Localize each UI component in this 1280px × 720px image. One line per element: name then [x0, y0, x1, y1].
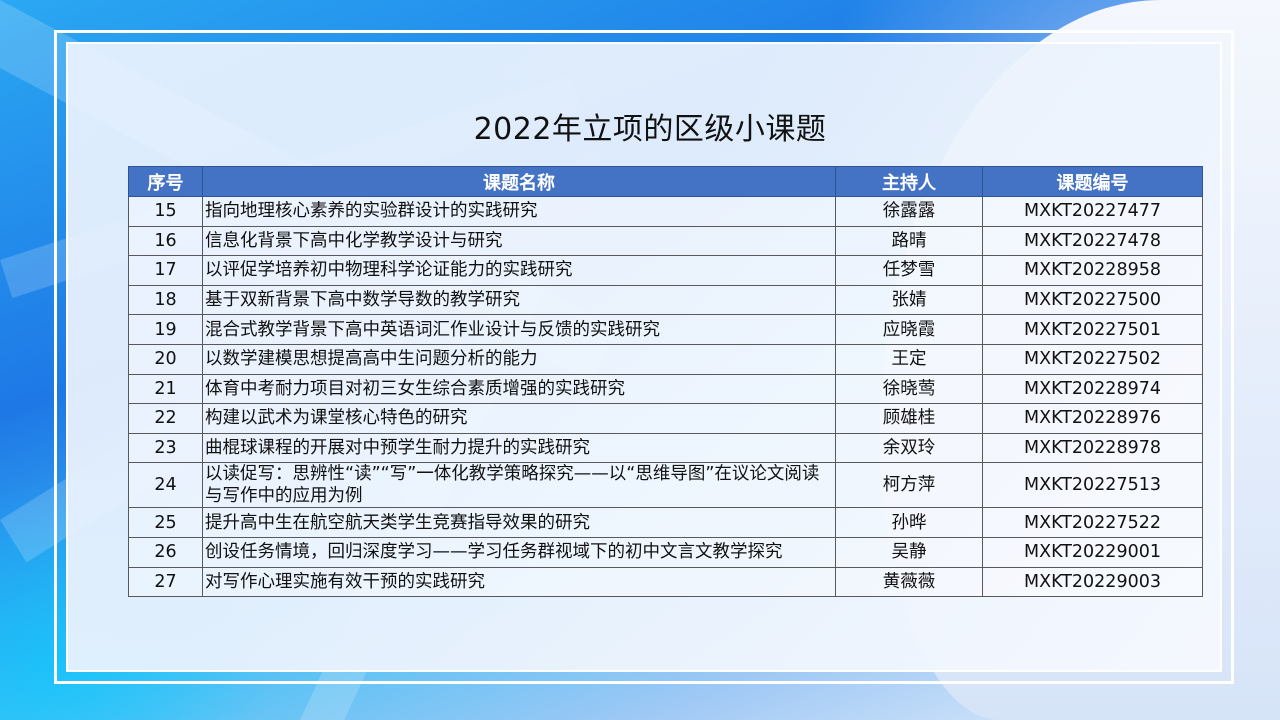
row-number: 27	[128, 566, 203, 598]
row-number: 15	[128, 196, 203, 227]
host-name: 路晴	[835, 225, 983, 257]
topic-name: 指向地理核心素养的实验群设计的实践研究	[202, 196, 836, 227]
host-name: 徐晓莺	[835, 373, 983, 405]
topic-code: MXKT20227522	[982, 507, 1203, 538]
topic-code: MXKT20228978	[982, 432, 1203, 464]
table-row: 23 曲棍球课程的开展对中预学生耐力提升的实践研究 余双玲 MXKT202289…	[128, 432, 1203, 464]
table-row: 17 以评促学培养初中物理科学论证能力的实践研究 任梦雪 MXKT2022895…	[128, 255, 1203, 286]
topic-name: 混合式教学背景下高中英语词汇作业设计与反馈的实践研究	[202, 314, 836, 345]
row-number: 21	[128, 373, 203, 405]
table-row: 27 对写作心理实施有效干预的实践研究 黄薇薇 MXKT20229003	[128, 566, 1203, 598]
row-number: 18	[128, 284, 203, 316]
topic-name: 构建以武术为课堂核心特色的研究	[202, 403, 836, 434]
row-number: 22	[128, 403, 203, 434]
host-name: 任梦雪	[835, 255, 983, 286]
topic-code: MXKT20228976	[982, 403, 1203, 434]
table-row: 22 构建以武术为课堂核心特色的研究 顾雄桂 MXKT20228976	[128, 403, 1203, 434]
topic-code: MXKT20229003	[982, 566, 1203, 598]
row-number: 20	[128, 343, 203, 375]
topic-code: MXKT20227478	[982, 225, 1203, 257]
table-row: 16 信息化背景下高中化学教学设计与研究 路晴 MXKT20227478	[128, 225, 1203, 257]
host-name: 柯方萍	[835, 462, 983, 509]
row-number: 23	[128, 432, 203, 464]
topic-name: 曲棍球课程的开展对中预学生耐力提升的实践研究	[202, 432, 836, 464]
host-name: 吴静	[835, 536, 983, 568]
table-row: 20 以数学建模思想提高高中生问题分析的能力 王定 MXKT20227502	[128, 343, 1203, 375]
row-number: 16	[128, 225, 203, 257]
topic-code: MXKT20227502	[982, 343, 1203, 375]
topic-name: 基于双新背景下高中数学导数的教学研究	[202, 284, 836, 316]
host-name: 余双玲	[835, 432, 983, 464]
host-name: 孙晔	[835, 507, 983, 538]
topic-code: MXKT20229001	[982, 536, 1203, 568]
host-name: 顾雄桂	[835, 403, 983, 434]
table-row: 26 创设任务情境，回归深度学习——学习任务群视域下的初中文言文教学探究 吴静 …	[128, 536, 1203, 568]
table-row: 15 指向地理核心素养的实验群设计的实践研究 徐露露 MXKT20227477	[128, 196, 1203, 227]
column-header-code: 课题编号	[982, 166, 1203, 197]
host-name: 黄薇薇	[835, 566, 983, 598]
table-row: 24 以读促写：思辨性“读”“写”一体化教学策略探究——以“思维导图”在议论文阅…	[128, 462, 1203, 509]
topic-code: MXKT20227513	[982, 462, 1203, 509]
table-row: 25 提升高中生在航空航天类学生竞赛指导效果的研究 孙晔 MXKT2022752…	[128, 507, 1203, 538]
table-header-row: 序号 课题名称 主持人 课题编号	[128, 166, 1203, 197]
slide-title: 2022年立项的区级小课题	[473, 112, 827, 147]
topic-name: 以评促学培养初中物理科学论证能力的实践研究	[202, 255, 836, 286]
row-number: 24	[128, 462, 203, 509]
column-header-host: 主持人	[835, 166, 983, 197]
project-table: 序号 课题名称 主持人 课题编号 15 指向地理核心素养的实验群设计的实践研究 …	[128, 166, 1203, 598]
row-number: 17	[128, 255, 203, 286]
host-name: 徐露露	[835, 196, 983, 227]
topic-code: MXKT20227477	[982, 196, 1203, 227]
topic-code: MXKT20227501	[982, 314, 1203, 345]
topic-name: 信息化背景下高中化学教学设计与研究	[202, 225, 836, 257]
table-row: 19 混合式教学背景下高中英语词汇作业设计与反馈的实践研究 应晓霞 MXKT20…	[128, 314, 1203, 345]
topic-name: 创设任务情境，回归深度学习——学习任务群视域下的初中文言文教学探究	[202, 536, 836, 568]
row-number: 19	[128, 314, 203, 345]
topic-code: MXKT20227500	[982, 284, 1203, 316]
topic-code: MXKT20228958	[982, 255, 1203, 286]
table-row: 18 基于双新背景下高中数学导数的教学研究 张婧 MXKT20227500	[128, 284, 1203, 316]
topic-name: 以读促写：思辨性“读”“写”一体化教学策略探究——以“思维导图”在议论文阅读与写…	[202, 462, 836, 509]
column-header-number: 序号	[128, 166, 203, 197]
host-name: 张婧	[835, 284, 983, 316]
table-row: 21 体育中考耐力项目对初三女生综合素质增强的实践研究 徐晓莺 MXKT2022…	[128, 373, 1203, 405]
topic-name: 提升高中生在航空航天类学生竞赛指导效果的研究	[202, 507, 836, 538]
topic-name: 体育中考耐力项目对初三女生综合素质增强的实践研究	[202, 373, 836, 405]
topic-name: 对写作心理实施有效干预的实践研究	[202, 566, 836, 598]
topic-name: 以数学建模思想提高高中生问题分析的能力	[202, 343, 836, 375]
host-name: 应晓霞	[835, 314, 983, 345]
column-header-topic: 课题名称	[202, 166, 836, 197]
row-number: 25	[128, 507, 203, 538]
row-number: 26	[128, 536, 203, 568]
topic-code: MXKT20228974	[982, 373, 1203, 405]
host-name: 王定	[835, 343, 983, 375]
